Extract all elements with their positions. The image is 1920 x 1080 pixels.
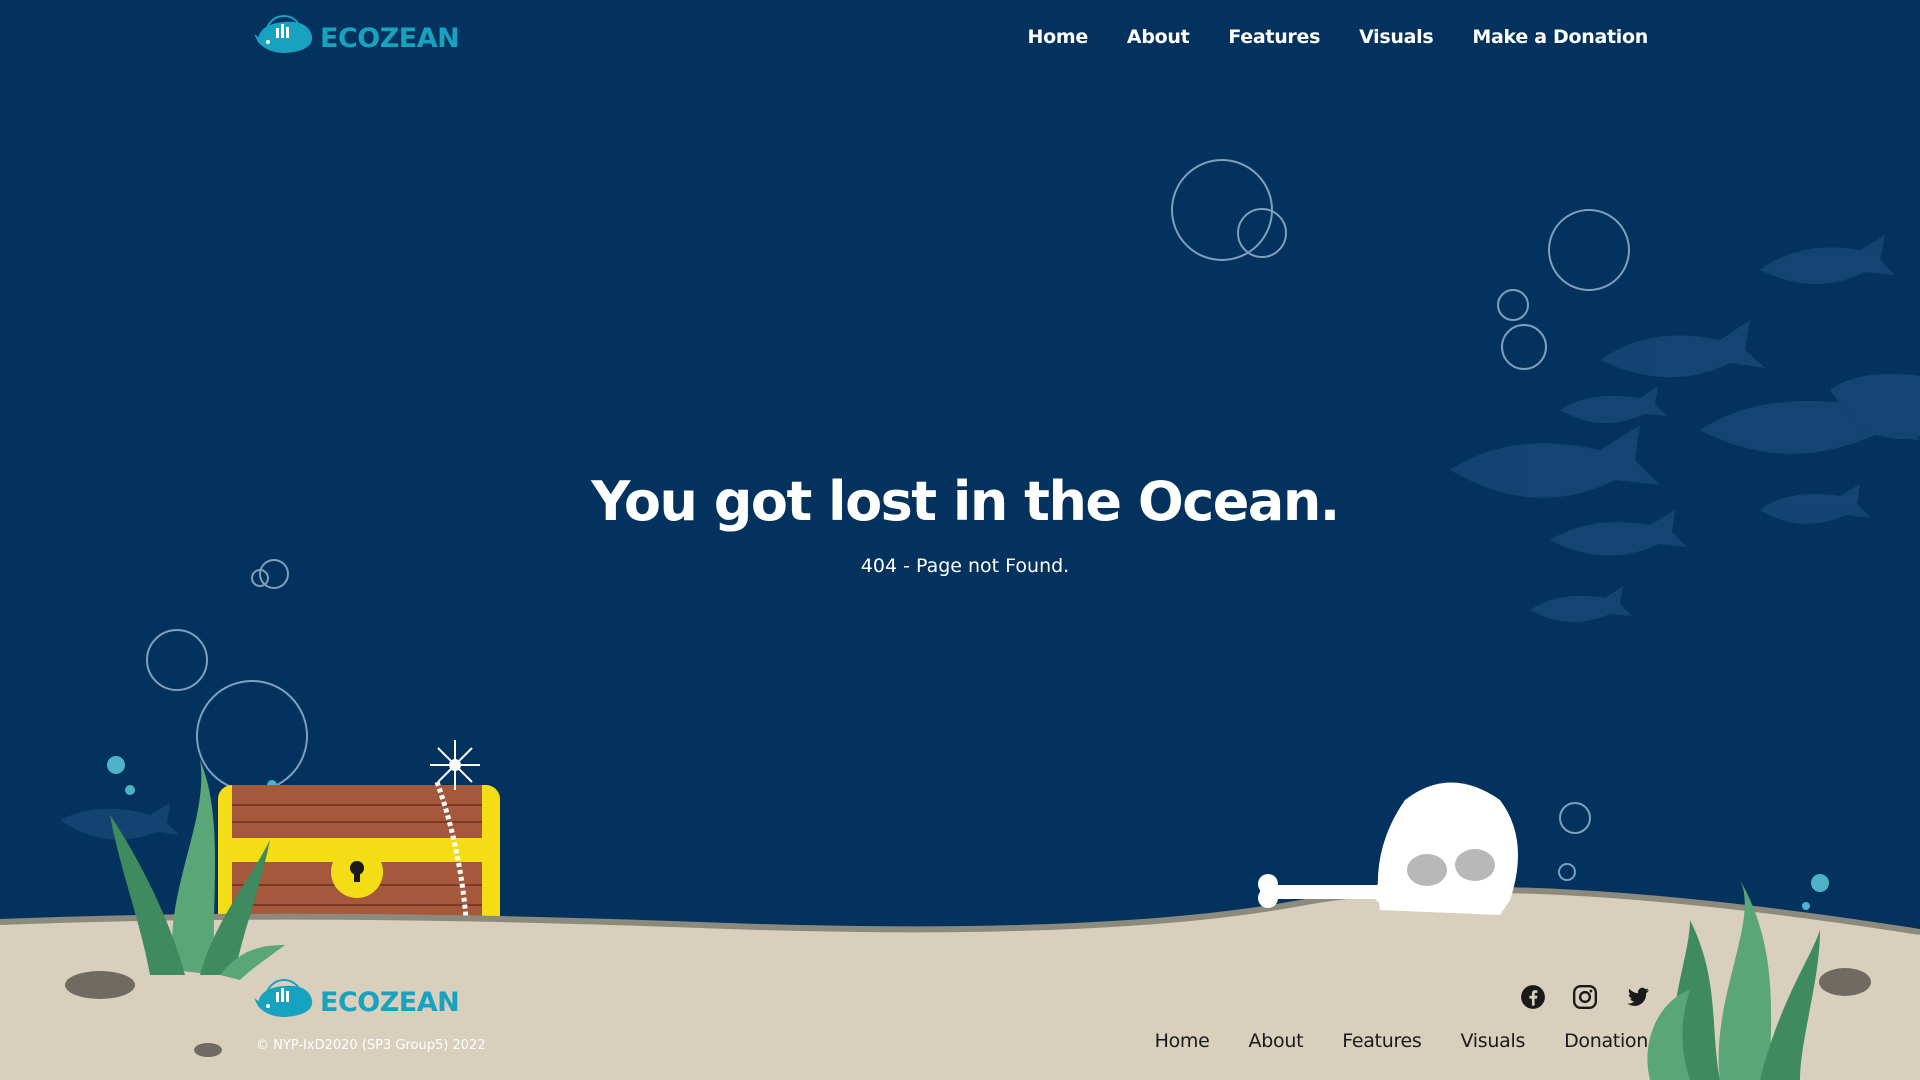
instagram-icon[interactable] — [1572, 984, 1598, 1010]
footer-brand-logo[interactable]: ECOZEAN — [254, 976, 460, 1028]
brand-logo[interactable]: ECOZEAN — [254, 12, 460, 64]
page-title: You got lost in the Ocean. — [591, 470, 1340, 533]
hero: You got lost in the Ocean. 404 - Page no… — [0, 470, 1920, 577]
facebook-icon[interactable] — [1520, 984, 1546, 1010]
nav-visuals[interactable]: Visuals — [1359, 26, 1434, 48]
page: ECOZEAN Home About Features Visuals Make… — [0, 0, 1920, 1080]
footer-nav-about[interactable]: About — [1249, 1030, 1304, 1052]
footer-nav-donation[interactable]: Donation — [1564, 1030, 1648, 1052]
header-nav: Home About Features Visuals Make a Donat… — [1027, 26, 1648, 48]
footer-nav-features[interactable]: Features — [1342, 1030, 1422, 1052]
whale-logo-icon — [254, 979, 313, 1017]
footer-brand-name: ECOZEAN — [320, 986, 460, 1018]
error-subtitle: 404 - Page not Found. — [860, 555, 1070, 577]
footer-nav-home[interactable]: Home — [1155, 1030, 1210, 1052]
nav-home[interactable]: Home — [1027, 26, 1088, 48]
footer-nav: Home About Features Visuals Donation — [1155, 1030, 1649, 1052]
nav-about[interactable]: About — [1127, 26, 1190, 48]
whale-logo-icon — [254, 15, 313, 53]
nav-features[interactable]: Features — [1228, 26, 1320, 48]
footer-nav-visuals[interactable]: Visuals — [1461, 1030, 1526, 1052]
twitter-icon[interactable] — [1624, 984, 1650, 1010]
brand-name: ECOZEAN — [320, 22, 460, 54]
copyright-text: © NYP-IxD2020 (SP3 Group5) 2022 — [256, 1038, 486, 1053]
social-links — [1520, 984, 1650, 1010]
nav-donation[interactable]: Make a Donation — [1472, 26, 1648, 48]
